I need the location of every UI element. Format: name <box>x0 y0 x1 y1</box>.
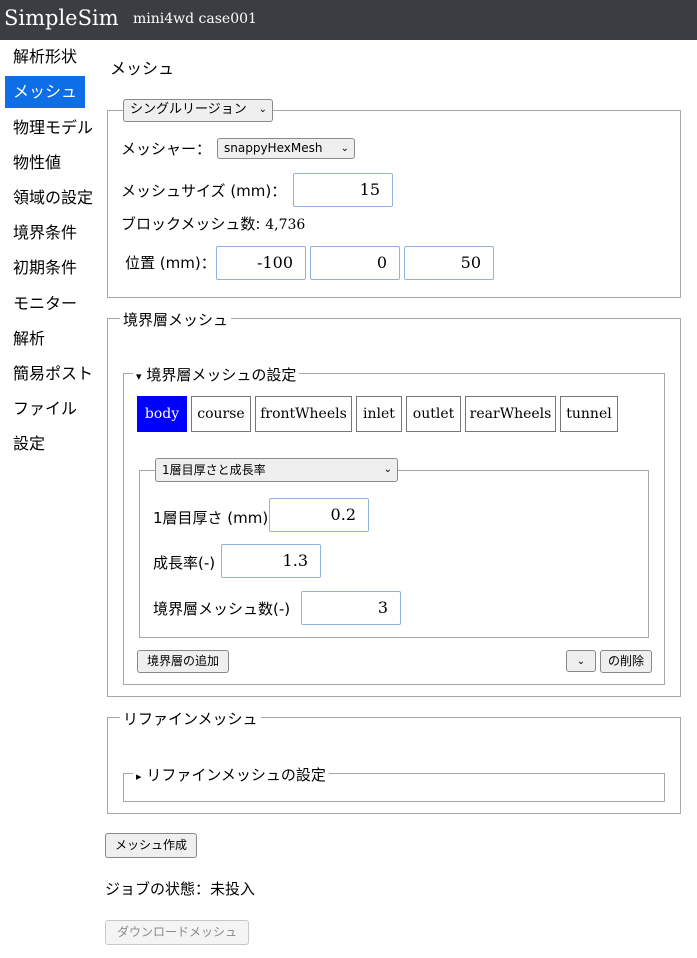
chevron-down-icon: ⌄ <box>340 143 349 154</box>
block-mesh-count: ブロックメッシュ数: 4,736 <box>121 213 305 234</box>
tab-tunnel[interactable]: tunnel <box>560 396 618 432</box>
sidebar-item-boundary-conditions[interactable]: 境界条件 <box>5 217 77 249</box>
tab-frontwheels[interactable]: frontWheels <box>255 396 352 432</box>
chevron-down-icon: ⌄ <box>258 104 267 115</box>
sidebar-item-region-settings[interactable]: 領域の設定 <box>5 182 93 214</box>
job-status-value: 未投入 <box>210 880 256 898</box>
app-title[interactable]: SimpleSim <box>4 6 119 30</box>
triangle-right-icon: ▸ <box>136 770 142 783</box>
mesher-label: メッシャー： <box>121 140 212 158</box>
mesher-value: snappyHexMesh <box>224 141 323 155</box>
layer-count-label: 境界層メッシュ数(-) <box>153 600 291 618</box>
sidebar-item-material-properties[interactable]: 物性値 <box>5 147 61 179</box>
tab-course[interactable]: course <box>191 396 251 432</box>
sidebar-item-file[interactable]: ファイル <box>5 393 77 425</box>
growth-rate-input[interactable]: 1.3 <box>221 544 321 578</box>
page-title: メッシュ <box>110 59 175 78</box>
download-mesh-button[interactable]: ダウンロードメッシュ <box>105 920 249 945</box>
refine-settings-label: リファインメッシュの設定 <box>146 766 326 784</box>
sidebar-item-monitor[interactable]: モニター <box>5 288 77 320</box>
add-boundary-layer-button[interactable]: 境界層の追加 <box>137 650 229 673</box>
sidebar-item-geometry[interactable]: 解析形状 <box>5 41 77 73</box>
job-status: ジョブの状態：未投入 <box>105 878 255 899</box>
sidebar-item-initial-conditions[interactable]: 初期条件 <box>5 252 77 284</box>
delete-boundary-layer-button[interactable]: の削除 <box>600 650 652 673</box>
sidebar-item-settings[interactable]: 設定 <box>5 428 45 460</box>
case-name: mini4wd case001 <box>133 11 257 27</box>
boundary-layer-settings-summary[interactable]: ▾ 境界層メッシュの設定 <box>133 364 300 385</box>
boundary-layer-legend: 境界層メッシュ <box>120 309 232 330</box>
layer-mode-select[interactable]: 1層目厚さと成長率 ⌄ <box>155 458 398 482</box>
sidebar-item-simple-post[interactable]: 簡易ポスト <box>5 358 93 390</box>
sidebar-item-physics-model[interactable]: 物理モデル <box>5 112 93 144</box>
triangle-down-icon: ▾ <box>136 370 142 383</box>
region-mode-value: シングルリージョン <box>130 102 247 117</box>
sidebar-item-analysis[interactable]: 解析 <box>5 323 45 355</box>
layer-mode-value: 1層目厚さと成長率 <box>162 463 266 477</box>
tab-rearwheels[interactable]: rearWheels <box>465 396 556 432</box>
region-mode-select[interactable]: シングルリージョン ⌄ <box>123 99 273 122</box>
create-mesh-button[interactable]: メッシュ作成 <box>105 833 197 858</box>
tab-body[interactable]: body <box>137 396 187 432</box>
block-mesh-count-value: 4,736 <box>265 217 306 233</box>
mesh-size-input[interactable]: 15 <box>293 173 393 207</box>
position-z-input[interactable]: 50 <box>404 246 494 280</box>
sidebar-item-mesh[interactable]: メッシュ <box>5 76 85 108</box>
app-header: SimpleSim mini4wd case001 <box>0 0 697 40</box>
first-layer-thickness-input[interactable]: 0.2 <box>269 498 369 532</box>
block-mesh-count-label: ブロックメッシュ数: <box>121 215 261 233</box>
growth-rate-label: 成長率(-) <box>153 554 216 572</box>
position-y-input[interactable]: 0 <box>310 246 400 280</box>
position-label: 位置 (mm)： <box>125 254 216 272</box>
boundary-layer-settings-label: 境界層メッシュの設定 <box>146 366 297 384</box>
mesh-size-label: メッシュサイズ (mm)： <box>121 182 287 200</box>
refine-settings-summary[interactable]: ▸ リファインメッシュの設定 <box>133 764 329 785</box>
chevron-down-icon: ⌄ <box>576 656 586 667</box>
first-layer-thickness-label: 1層目厚さ (mm) <box>153 509 269 527</box>
refine-mesh-legend: リファインメッシュ <box>120 708 261 729</box>
mesher-select[interactable]: snappyHexMesh ⌄ <box>217 138 355 159</box>
job-status-label: ジョブの状態： <box>105 880 211 898</box>
layer-count-input[interactable]: 3 <box>301 591 401 625</box>
tab-outlet[interactable]: outlet <box>406 396 461 432</box>
position-x-input[interactable]: -100 <box>216 246 306 280</box>
delete-target-select[interactable]: ⌄ <box>566 650 596 672</box>
chevron-down-icon: ⌄ <box>383 464 392 475</box>
tab-inlet[interactable]: inlet <box>356 396 402 432</box>
